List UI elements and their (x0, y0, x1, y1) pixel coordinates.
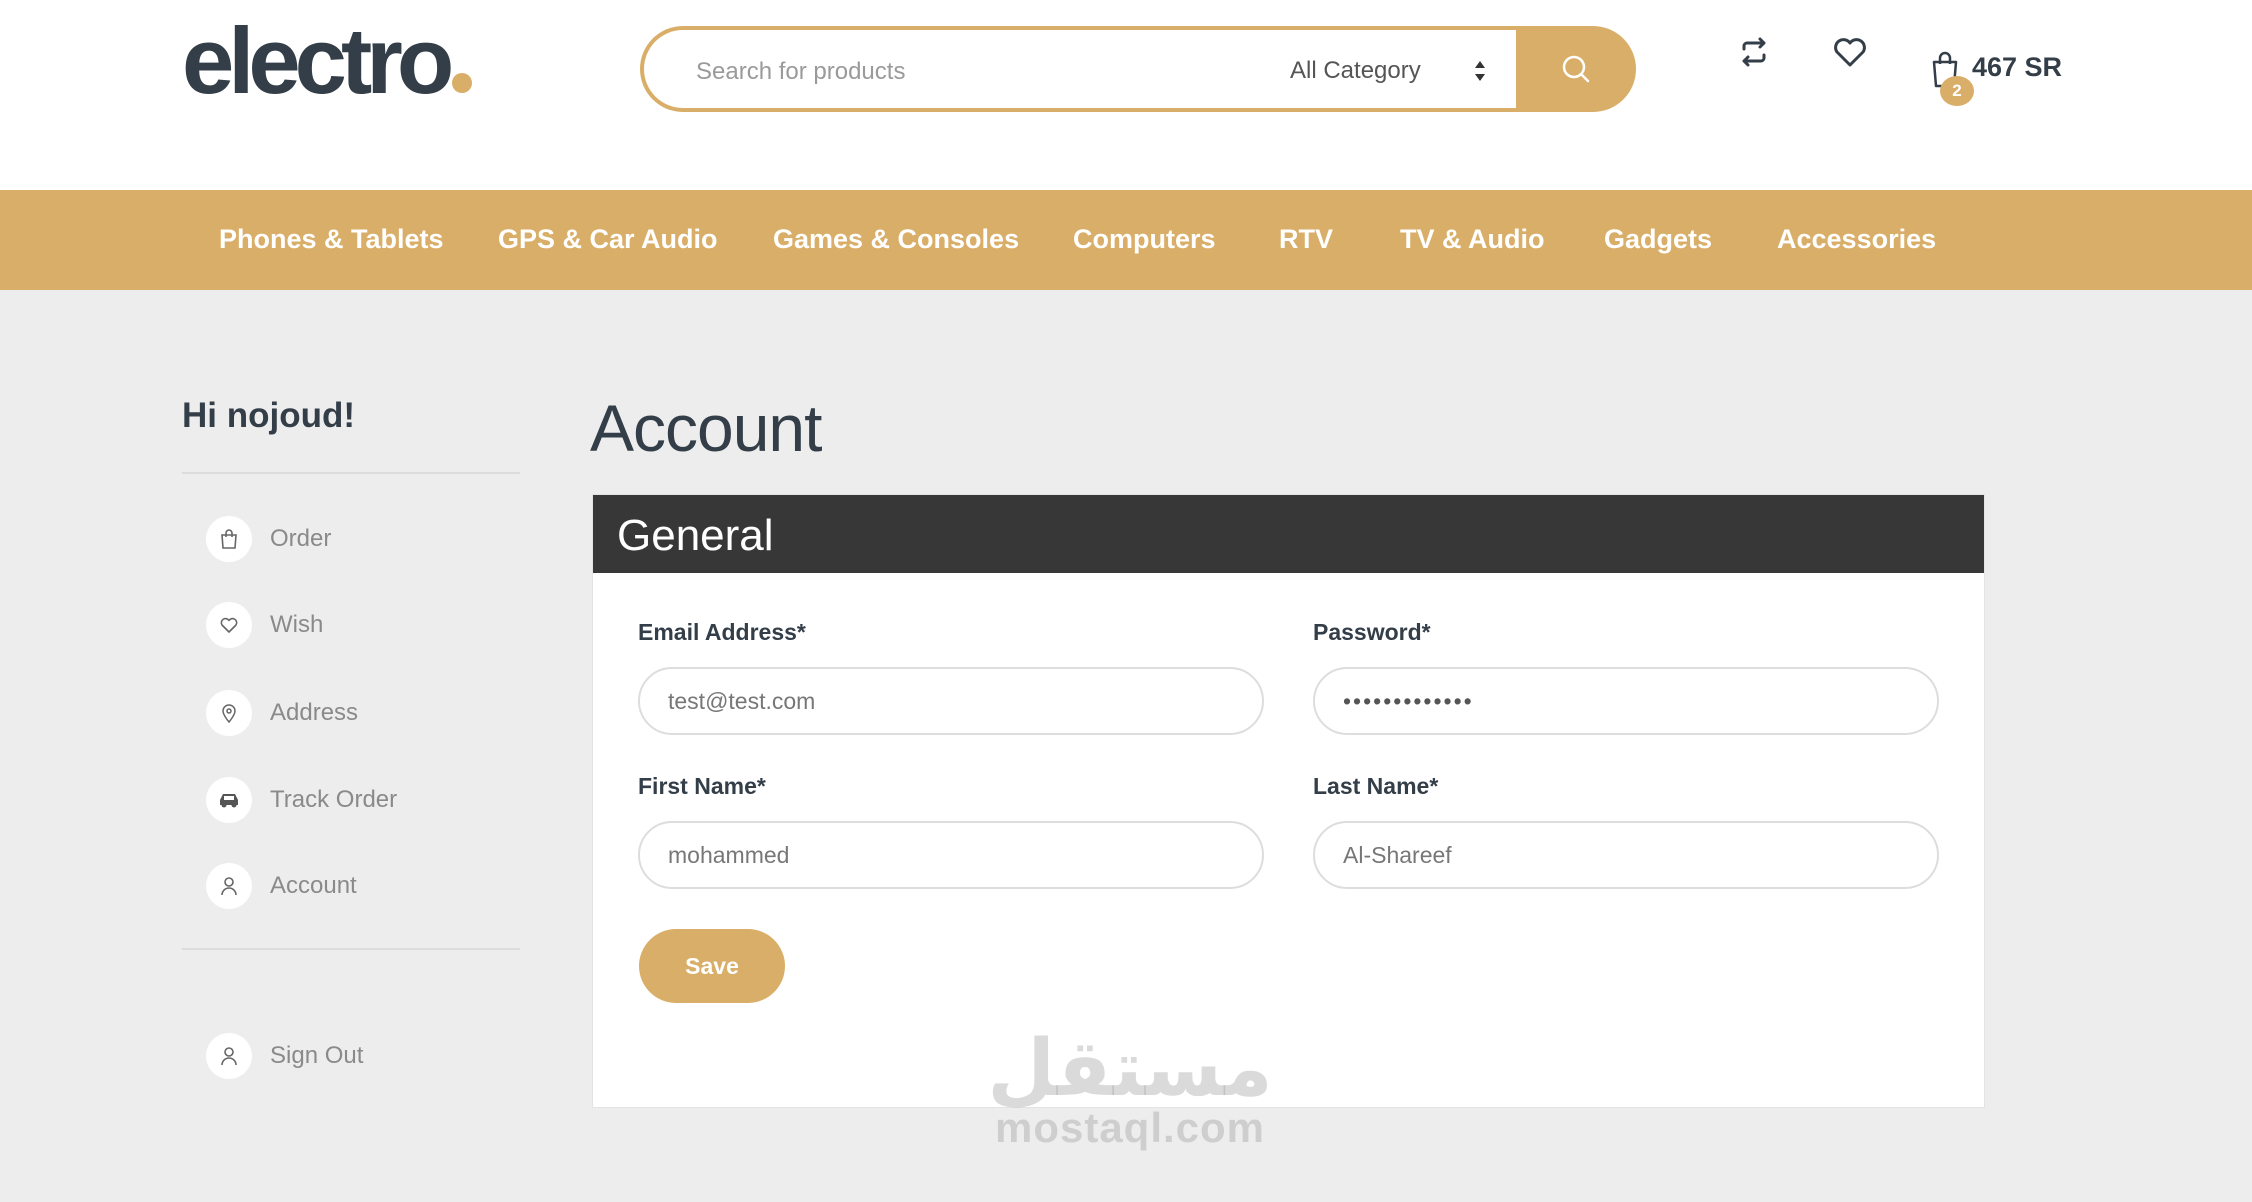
search-icon (1562, 55, 1590, 83)
watermark-latin: mostaql.com (994, 1104, 1266, 1151)
first-name-field[interactable] (638, 821, 1264, 889)
car-icon (206, 777, 252, 823)
sidebar-item-order[interactable]: Order (206, 516, 331, 562)
search-bar: All Category (640, 26, 1636, 112)
watermark-arabic: مستقل (987, 1024, 1273, 1114)
sign-out-button[interactable]: Sign Out (206, 1033, 363, 1079)
email-label: Email Address* (638, 619, 806, 645)
category-select-value: All Category (1290, 57, 1421, 84)
password-label: Password* (1313, 619, 1431, 645)
first-name-label: First Name* (638, 773, 766, 799)
bag-icon (206, 516, 252, 562)
compare-icon (1742, 37, 1766, 67)
main-nav: Phones & Tablets GPS & Car Audio Games &… (0, 190, 2252, 290)
logo-text: electro (182, 8, 454, 113)
email-field[interactable] (638, 667, 1264, 735)
greeting: Hi nojoud! (182, 396, 356, 435)
nav-item-phones-tablets[interactable]: Phones & Tablets (219, 224, 444, 255)
sidebar-divider (182, 472, 520, 474)
logo-dot (452, 73, 473, 93)
nav-item-computers[interactable]: Computers (1073, 224, 1216, 255)
sort-arrows-icon (1475, 61, 1485, 81)
watermark: مستقل mostaql.com (980, 1030, 1280, 1152)
sidebar-item-track-order[interactable]: Track Order (206, 777, 397, 823)
wishlist-button[interactable] (1832, 34, 1868, 70)
sign-out-label: Sign Out (270, 1042, 364, 1069)
logo[interactable]: electro (182, 14, 473, 108)
sidebar-item-label: Wish (270, 611, 324, 638)
sidebar-item-label: Account (270, 872, 357, 899)
sidebar-item-label: Order (270, 525, 332, 552)
sidebar-divider (182, 948, 520, 950)
sidebar-item-wish[interactable]: Wish (206, 602, 323, 648)
nav-item-games-consoles[interactable]: Games & Consoles (773, 224, 1019, 255)
map-pin-icon (206, 690, 252, 736)
heart-icon (206, 602, 252, 648)
search-box: All Category (640, 26, 1516, 112)
user-icon (206, 863, 252, 909)
sidebar-item-address[interactable]: Address (206, 690, 358, 736)
account-form-card: General Email Address* Password* First N… (592, 494, 1985, 1108)
last-name-field[interactable] (1313, 821, 1939, 889)
cart-button[interactable]: 2 467 SR (1930, 46, 2063, 106)
section-title: General (617, 511, 774, 560)
search-button[interactable] (1516, 26, 1636, 112)
last-name-label: Last Name* (1313, 773, 1439, 799)
sidebar-item-label: Track Order (270, 786, 398, 813)
sidebar-item-account[interactable]: Account (206, 863, 357, 909)
site-header: electro All Category 2 467 SR (0, 0, 2252, 190)
cart-total: 467 SR (1972, 52, 2063, 82)
nav-item-rtv[interactable]: RTV (1279, 224, 1333, 255)
section-header: General (593, 495, 1984, 573)
heart-icon (1834, 38, 1866, 67)
password-field[interactable] (1313, 667, 1939, 735)
nav-item-gps-car-audio[interactable]: GPS & Car Audio (498, 224, 718, 255)
nav-item-accessories[interactable]: Accessories (1777, 224, 1936, 255)
page-title: Account (590, 391, 822, 465)
user-icon (206, 1033, 252, 1079)
sidebar-item-label: Address (270, 699, 359, 726)
search-input[interactable] (696, 52, 1236, 92)
nav-item-tv-audio[interactable]: TV & Audio (1400, 224, 1544, 255)
compare-button[interactable] (1736, 34, 1772, 70)
cart-count-badge: 2 (1940, 76, 1974, 106)
nav-item-gadgets[interactable]: Gadgets (1604, 224, 1712, 255)
save-button[interactable]: Save (639, 929, 785, 1003)
category-select[interactable]: All Category (1252, 30, 1520, 112)
